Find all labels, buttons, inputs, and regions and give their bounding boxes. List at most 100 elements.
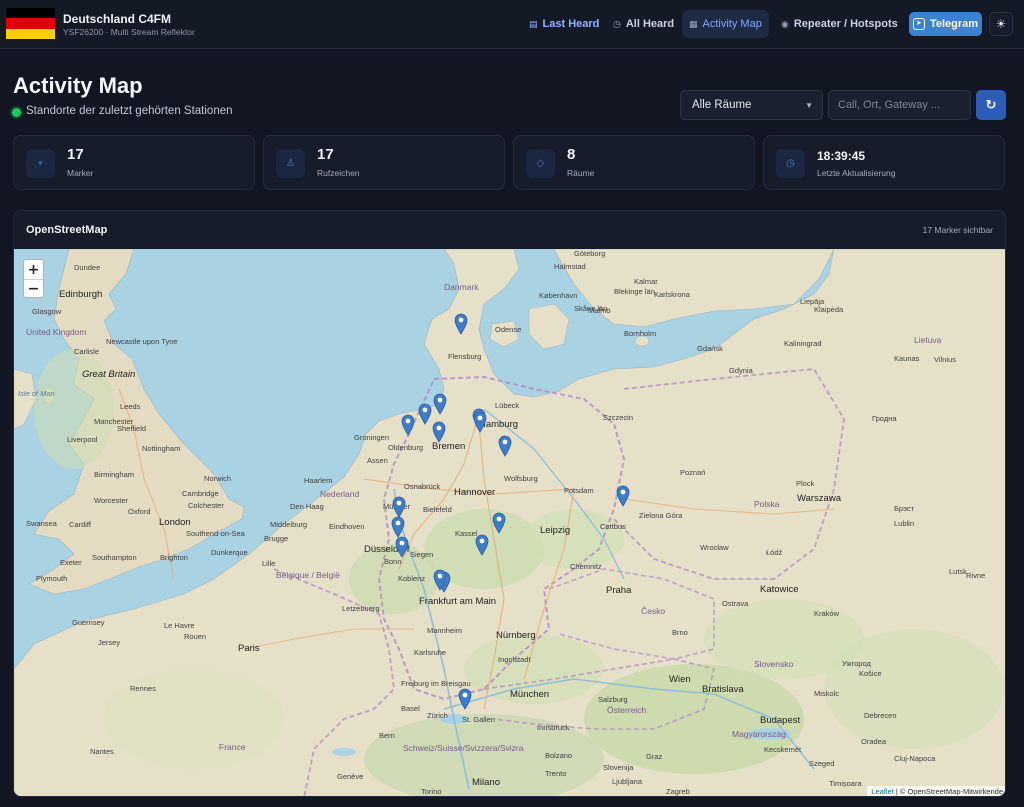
nav-all-heard[interactable]: ◷ All Heard (606, 11, 681, 37)
telegram-button[interactable]: ➤ Telegram (909, 12, 982, 36)
place-label: Timișoara (829, 779, 862, 788)
place-label: Belgique / België (276, 570, 340, 580)
place-label: Rouen (184, 632, 207, 641)
map-marker-pin-icon[interactable] (395, 536, 409, 558)
map-marker-pin-icon[interactable] (433, 393, 447, 415)
place-label: Torino (421, 787, 442, 796)
forest-erzgebirge (524, 509, 624, 569)
place-label: Bern (379, 731, 395, 740)
place-label: Slovensko (754, 659, 794, 669)
place-label: Le Havre (164, 621, 195, 630)
clock-icon: ◷ (613, 18, 621, 29)
place-label: Brno (672, 628, 688, 637)
place-label: Kaunas (894, 354, 920, 363)
map-marker-pin-icon[interactable] (391, 516, 405, 538)
zoom-out-button[interactable]: − (24, 279, 43, 298)
place-label: Wien (669, 674, 691, 685)
nav-activity-map-label: Activity Map (702, 18, 762, 30)
place-label: Kecskemét (764, 745, 802, 754)
place-label: Česko (641, 606, 666, 616)
place-label: Nederland (320, 489, 360, 499)
nav-activity-map[interactable]: ▦ Activity Map (682, 10, 769, 38)
map-attribution: Leaflet | © OpenStreetMap-Mitwirkende (867, 786, 1005, 796)
place-label: Bonn (384, 557, 402, 566)
nav-repeater-hotspots[interactable]: ◉ Repeater / Hotspots (774, 11, 905, 37)
place-label: Liepāja (800, 297, 825, 306)
place-label: Assen (367, 456, 388, 465)
theme-toggle-button[interactable]: ☀ (989, 12, 1013, 36)
telegram-label: Telegram (929, 18, 979, 30)
nav-last-heard[interactable]: ▤ Last Heard (522, 11, 606, 37)
place-label: Danmark (444, 282, 479, 292)
room-select[interactable]: Alle Räume ▼ (680, 90, 823, 120)
place-label: Lietuva (914, 335, 942, 345)
place-label: Chemnitz (570, 562, 602, 571)
map-marker-pin-icon[interactable] (432, 421, 446, 443)
map-marker-pin-icon[interactable] (392, 496, 406, 518)
place-label: Poznań (680, 468, 706, 477)
place-label: Kraków (814, 609, 840, 618)
place-label: Carlisle (74, 347, 100, 356)
place-label: Cluj-Napoca (894, 754, 936, 763)
place-label: Freiburg im Breisgau (401, 679, 471, 688)
land-ireland (14, 368, 37, 430)
map-marker-pin-icon[interactable] (418, 403, 432, 425)
place-label: Bielefeld (423, 505, 452, 514)
place-label: Osnabrück (404, 482, 441, 491)
refresh-button[interactable]: ↻ (976, 90, 1006, 120)
place-label: United Kingdom (26, 327, 87, 337)
place-label: Warszawa (797, 493, 841, 504)
place-label: Rennes (130, 684, 156, 693)
place-label: Nürnberg (496, 630, 536, 641)
place-label: Genève (337, 772, 364, 781)
place-label: Praha (606, 585, 632, 596)
flag-stripe-gold (6, 28, 55, 39)
place-label: München (510, 689, 550, 700)
map-canvas[interactable]: Dundee Edinburgh Glasgow United Kingdom … (14, 249, 1005, 796)
place-label: Ljubljana (612, 777, 643, 786)
lake-geneva (332, 748, 356, 756)
place-label: Haarlem (304, 476, 333, 485)
map-marker-pin-icon[interactable] (498, 435, 512, 457)
map-marker-pin-icon[interactable] (458, 688, 472, 710)
place-label: Dunkerque (211, 548, 248, 557)
place-label: Göteborg (574, 249, 606, 258)
place-label: Vilnius (934, 355, 956, 364)
place-label: Den Haag (290, 502, 324, 511)
map-marker-pin-icon[interactable] (616, 485, 630, 507)
search-input[interactable] (828, 90, 971, 120)
nav-last-heard-label: Last Heard (542, 18, 600, 30)
map-marker-pin-icon[interactable] (473, 411, 487, 433)
place-label: Брэст (894, 504, 915, 513)
place-label: Siegen (410, 550, 434, 559)
map-marker-pin-icon[interactable] (401, 414, 415, 436)
place-label: Swansea (26, 519, 57, 528)
place-label: Lübeck (495, 401, 520, 410)
place-label: Leipzig (540, 525, 571, 536)
place-label: Halmstad (554, 262, 586, 271)
stat-card-rooms: ◇ 8 Räume (513, 135, 755, 190)
place-label: Łódź (766, 548, 783, 557)
place-label: Szeged (809, 759, 835, 768)
brand-subtitle: YSF26200 · Multi Stream Reflektor (63, 27, 195, 37)
place-label: Ingolstadt (498, 655, 531, 664)
place-label: Wrocław (700, 543, 729, 552)
map-marker-pin-icon[interactable] (433, 569, 447, 591)
leaflet-link[interactable]: Leaflet (871, 787, 894, 796)
map-panel: OpenStreetMap 17 Marker sichtbar Dundee … (13, 210, 1006, 797)
live-status-dot (12, 108, 21, 117)
map-marker-pin-icon[interactable] (475, 534, 489, 556)
place-label: Southampton (92, 553, 137, 562)
map-marker-pin-icon[interactable] (454, 313, 468, 335)
place-label: Oxford (128, 507, 151, 516)
place-label: Nottingham (142, 444, 181, 453)
brand-title[interactable]: Deutschland C4FM (63, 12, 171, 26)
map-marker-pin-icon[interactable] (492, 512, 506, 534)
place-label: Mannheim (427, 626, 463, 635)
place-label: France (219, 742, 246, 752)
place-label: Nantes (90, 747, 114, 756)
zoom-in-button[interactable]: + (24, 260, 43, 279)
stat-card-last-update: ◷ 18:39:45 Letzte Aktualisierung (763, 135, 1005, 190)
place-label: Zagreb (666, 787, 690, 796)
place-label: Potsdam (564, 486, 594, 495)
